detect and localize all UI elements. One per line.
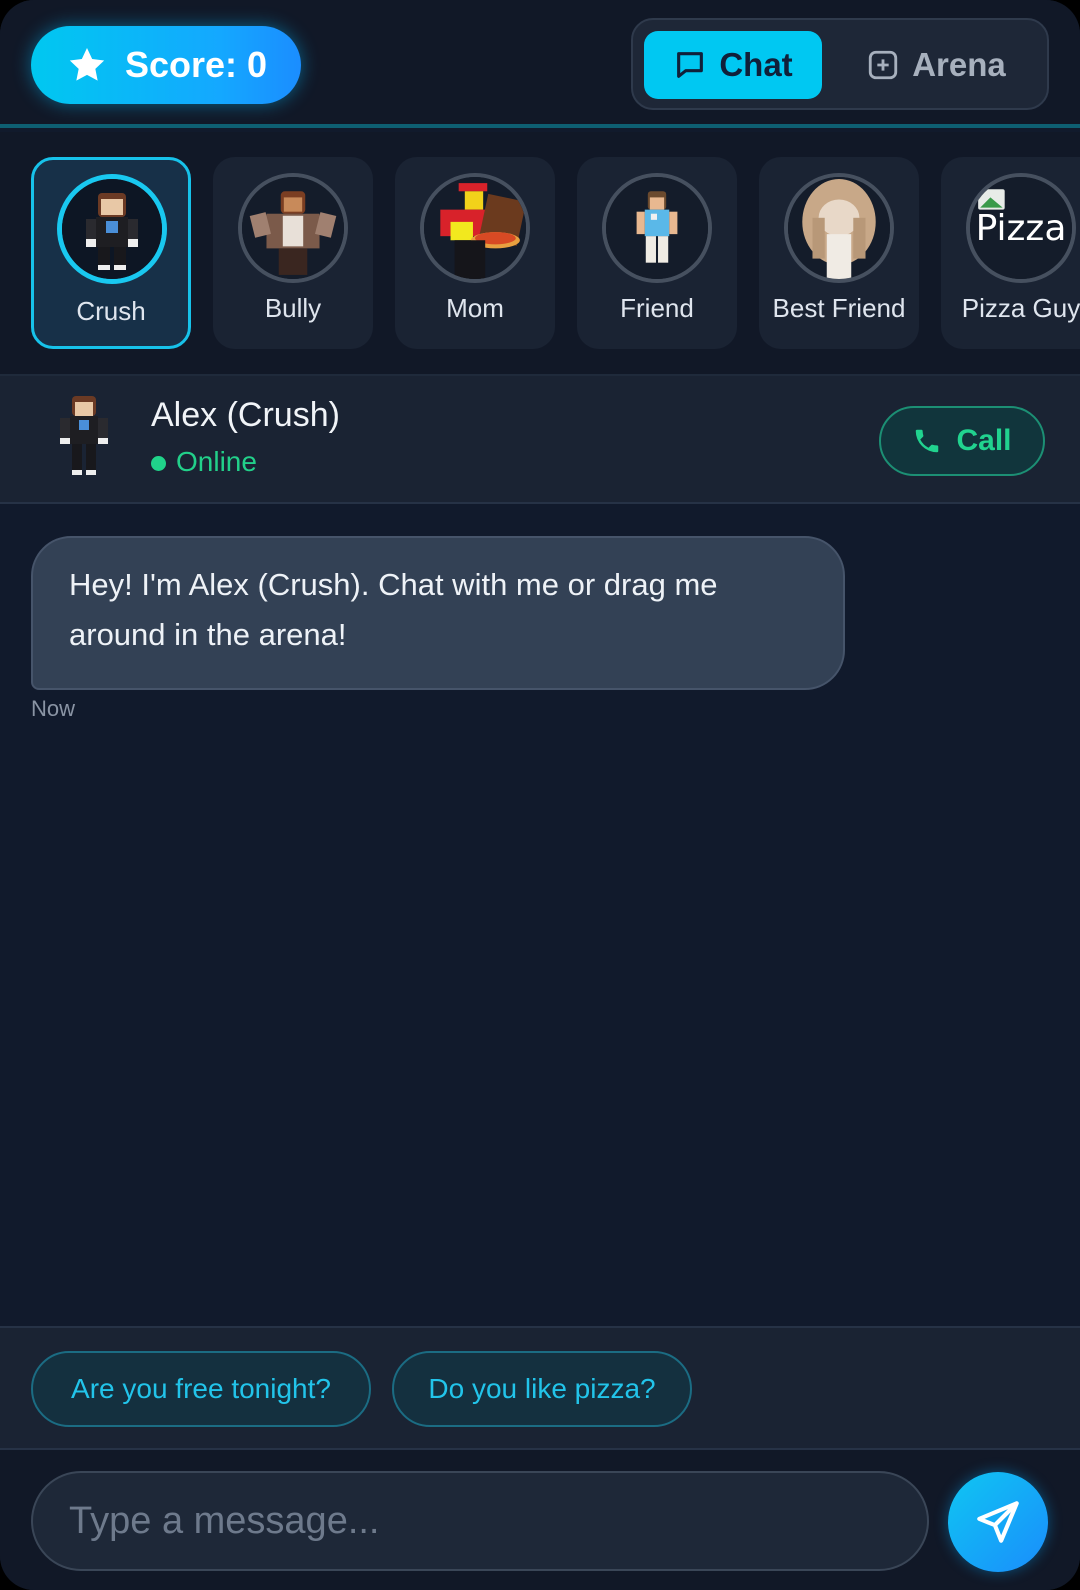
contact-card-friend[interactable]: Friend — [577, 157, 737, 349]
tab-arena-label: Arena — [912, 46, 1006, 83]
incoming-message-bubble: Hey! I'm Alex (Crush). Chat with me or d… — [31, 536, 845, 690]
view-tabs: Chat Arena — [631, 18, 1049, 110]
tab-chat[interactable]: Chat — [644, 31, 822, 99]
contact-name: Mom — [446, 293, 504, 323]
plus-square-icon — [869, 50, 898, 80]
contact-name: Best Friend — [772, 293, 906, 323]
avatar-fallback-text: Pizza — [975, 207, 1067, 249]
tab-arena[interactable]: Arena — [836, 31, 1036, 99]
online-status-dot — [151, 456, 166, 471]
message-timestamp: Now — [31, 696, 76, 721]
chat-header: Alex (Crush) Online Call — [0, 376, 1080, 504]
star-icon — [69, 48, 105, 81]
avatar: Pizza — [966, 173, 1076, 283]
contact-carousel[interactable]: Crush Bully Mom Friend Best Friend Pizza… — [0, 132, 1080, 376]
contact-card-mom[interactable]: Mom — [395, 157, 555, 349]
quick-reply-chip[interactable]: Are you free tonight? — [31, 1351, 371, 1427]
score-badge[interactable]: Score: 0 — [31, 26, 301, 104]
send-icon — [977, 1501, 1019, 1543]
contact-card-bully[interactable]: Bully — [213, 157, 373, 349]
app-window: Score: 0 Chat Arena Crush Bully Mom Frie… — [0, 0, 1080, 1590]
online-status: Online — [176, 446, 257, 477]
avatar — [420, 173, 530, 283]
message-list[interactable]: Hey! I'm Alex (Crush). Chat with me or d… — [0, 506, 1080, 1326]
avatar — [60, 396, 108, 475]
avatar — [602, 173, 712, 283]
chat-contact-name: Alex (Crush) — [151, 396, 340, 434]
call-button-label: Call — [956, 424, 1012, 457]
contact-name: Bully — [264, 293, 322, 323]
top-bar: Score: 0 Chat Arena — [0, 0, 1080, 128]
composer — [0, 1448, 1080, 1590]
avatar — [57, 174, 167, 284]
avatar — [784, 173, 894, 283]
quick-replies: Are you free tonight? Do you like pizza? — [0, 1326, 1080, 1448]
quick-reply-chip[interactable]: Do you like pizza? — [392, 1351, 692, 1427]
call-button[interactable]: Call — [879, 406, 1045, 476]
contact-name: Crush — [76, 296, 146, 326]
contact-card-crush[interactable]: Crush — [31, 157, 191, 349]
contact-card-pizza-guy[interactable]: Pizza Pizza Guy — [941, 157, 1080, 349]
score-label: Score: 0 — [125, 44, 268, 85]
phone-icon — [916, 429, 939, 453]
send-button[interactable] — [948, 1472, 1048, 1572]
chat-bubble-icon — [677, 52, 704, 78]
avatar — [238, 173, 348, 283]
contact-card-best-friend[interactable]: Best Friend — [759, 157, 919, 349]
contact-name: Friend — [620, 293, 694, 323]
contact-name: Pizza Guy — [961, 293, 1080, 323]
message-input[interactable] — [31, 1471, 929, 1571]
tab-chat-label: Chat — [719, 46, 793, 83]
